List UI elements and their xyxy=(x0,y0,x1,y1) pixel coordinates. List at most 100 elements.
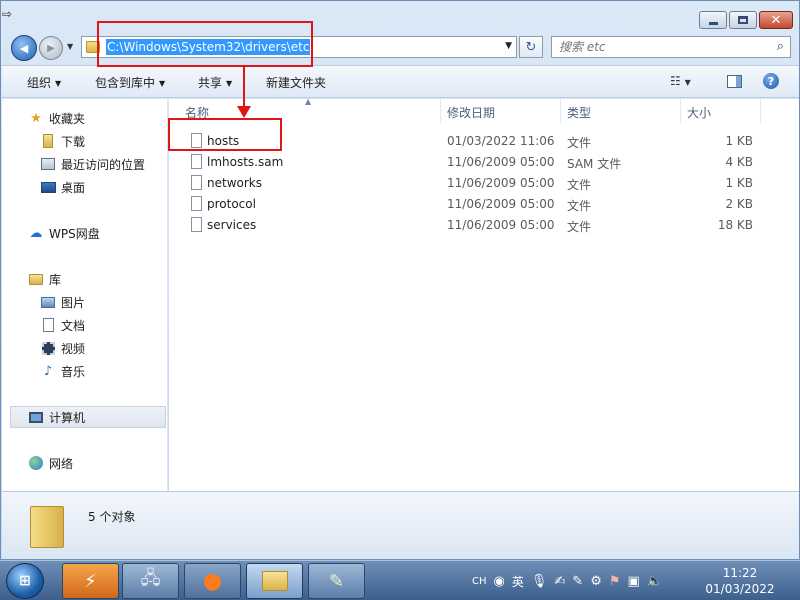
download-icon xyxy=(40,134,56,148)
refresh-button[interactable]: ↻ xyxy=(519,36,543,58)
file-type: SAM 文件 xyxy=(567,157,622,171)
clock-date: 01/03/2022 xyxy=(705,582,775,596)
microphone-icon[interactable]: 🎙 xyxy=(531,574,548,589)
forward-button[interactable]: ▶ xyxy=(39,36,63,60)
sidebar-item-label: 下载 xyxy=(61,134,86,149)
refresh-icon: ↻ xyxy=(525,39,537,55)
ime-mode-indicator[interactable]: 英 xyxy=(512,573,524,590)
annotation-arrow-head xyxy=(237,106,251,118)
file-icon xyxy=(191,217,202,232)
firefox-icon: ● xyxy=(202,568,223,594)
settings-icon[interactable]: ⚙ xyxy=(590,574,602,589)
music-note-icon: ♪ xyxy=(43,363,53,379)
command-bar: 组织 ▼ 包含到库中 ▼ 共享 ▼ 新建文件夹 ☷ ▼ ? xyxy=(2,65,799,98)
title-arrow-icon: ⇨ xyxy=(2,7,13,21)
navigation-pane: ★ 收藏夹 下载 最近访问的位置 桌面 ☁ WPS网盘 库 图片 文档 视频 ♪ 音乐… xyxy=(2,99,168,491)
column-header-type[interactable]: 类型 xyxy=(561,99,681,123)
organize-menu[interactable]: 组织 ▼ xyxy=(27,74,61,91)
close-button[interactable]: ✕ xyxy=(759,11,793,29)
clock[interactable]: 11:22 01/03/2022 xyxy=(700,565,780,597)
file-date: 11/06/2009 05:00 xyxy=(447,176,555,190)
share-label: 共享 xyxy=(198,76,223,90)
maximize-button[interactable] xyxy=(729,11,757,29)
chevron-down-icon: ▼ xyxy=(55,79,62,88)
star-icon: ★ xyxy=(30,110,42,126)
file-date: 11/06/2009 05:00 xyxy=(447,197,555,211)
sidebar-item-network[interactable]: 网络 xyxy=(28,452,166,474)
file-row[interactable]: networks 11/06/2009 05:00 文件 1 KB xyxy=(169,173,799,194)
action-center-icon[interactable]: ⚑ xyxy=(609,574,621,589)
sidebar-item-desktop[interactable]: 桌面 xyxy=(40,176,166,198)
sidebar-item-label: 音乐 xyxy=(61,364,86,379)
folder-icon xyxy=(261,571,288,591)
sidebar-item-label: 桌面 xyxy=(61,180,86,195)
taskbar-app-network-manager[interactable]: 🖧 xyxy=(122,563,179,599)
sidebar-item-favorites[interactable]: ★ 收藏夹 xyxy=(28,107,166,129)
taskbar-app-firefox[interactable]: ● xyxy=(184,563,241,599)
change-view-button[interactable]: ☷ ▼ xyxy=(670,74,691,88)
close-icon: ✕ xyxy=(770,12,782,28)
back-button[interactable]: ◀ xyxy=(11,35,37,61)
taskbar-app-explorer[interactable] xyxy=(246,563,303,599)
computer-icon xyxy=(28,410,44,424)
sidebar-item-downloads[interactable]: 下载 xyxy=(40,130,166,152)
sidebar-item-libraries[interactable]: 库 xyxy=(28,268,166,290)
file-row[interactable]: lmhosts.sam 11/06/2009 05:00 SAM 文件 4 KB xyxy=(169,152,799,173)
sidebar-item-documents[interactable]: 文档 xyxy=(40,314,166,336)
object-count: 5 个对象 xyxy=(88,510,136,524)
network-icon xyxy=(28,456,44,470)
forward-arrow-icon: ▶ xyxy=(47,42,55,54)
file-row[interactable]: services 11/06/2009 05:00 文件 18 KB xyxy=(169,215,799,236)
file-row[interactable]: protocol 11/06/2009 05:00 文件 2 KB xyxy=(169,194,799,215)
recent-pages-dropdown[interactable]: ▼ xyxy=(67,42,73,51)
include-in-library-menu[interactable]: 包含到库中 ▼ xyxy=(95,74,165,91)
window-controls: ✕ xyxy=(699,11,793,29)
sidebar-item-label: 文档 xyxy=(61,318,86,333)
annotation-box-address xyxy=(97,21,313,67)
file-date: 01/03/2022 11:06 xyxy=(447,134,555,148)
windows-logo-icon: ⊞ xyxy=(19,573,31,589)
minimize-button[interactable] xyxy=(699,11,727,29)
sidebar-item-videos[interactable]: 视频 xyxy=(40,337,166,359)
sidebar-item-computer[interactable]: 计算机 xyxy=(10,406,166,428)
system-tray: CH ◉ 英 🎙 ✍ ✎ ⚙ ⚑ ▣ 🔈 xyxy=(472,571,663,591)
taskbar-app-notepad[interactable]: ✎ xyxy=(308,563,365,599)
details-pane: 5 个对象 xyxy=(2,491,799,559)
notepad-icon: ✎ xyxy=(328,570,345,592)
column-header-size[interactable]: 大小 xyxy=(681,99,761,123)
edit-icon[interactable]: ✎ xyxy=(572,574,583,589)
view-list-icon: ☷ xyxy=(670,74,681,88)
document-icon xyxy=(40,318,56,332)
help-button[interactable]: ? xyxy=(763,73,779,89)
chevron-down-icon: ▼ xyxy=(159,79,166,88)
sidebar-item-pictures[interactable]: 图片 xyxy=(40,291,166,313)
back-arrow-icon: ◀ xyxy=(19,41,29,55)
preview-pane-button[interactable] xyxy=(727,75,742,88)
sidebar-item-label: 计算机 xyxy=(49,410,86,425)
search-input[interactable] xyxy=(552,37,762,57)
start-button[interactable]: ⊞ xyxy=(6,563,44,599)
sidebar-item-recent-places[interactable]: 最近访问的位置 xyxy=(40,153,166,175)
sidebar-item-wps-cloud[interactable]: ☁ WPS网盘 xyxy=(28,222,166,244)
taskbar-app-1[interactable]: ⚡ xyxy=(62,563,119,599)
file-type: 文件 xyxy=(567,136,592,150)
ime-icon[interactable]: ◉ xyxy=(494,574,505,589)
column-header-date[interactable]: 修改日期 xyxy=(441,99,561,123)
share-menu[interactable]: 共享 ▼ xyxy=(198,74,232,91)
search-box[interactable]: ⌕ xyxy=(551,36,791,58)
search-icon[interactable]: ⌕ xyxy=(777,39,784,54)
library-icon xyxy=(28,272,44,286)
pictures-icon xyxy=(40,295,56,309)
pen-icon[interactable]: ✍ xyxy=(554,574,565,589)
sidebar-item-music[interactable]: ♪ 音乐 xyxy=(40,360,166,382)
address-dropdown-icon[interactable]: ▼ xyxy=(505,41,512,51)
network-status-icon[interactable]: ▣ xyxy=(628,574,640,589)
file-name: lmhosts.sam xyxy=(207,155,284,169)
ime-lang-indicator[interactable]: CH xyxy=(472,576,487,587)
new-folder-button[interactable]: 新建文件夹 xyxy=(266,74,326,91)
file-name: services xyxy=(207,218,257,232)
chevron-down-icon: ▼ xyxy=(684,78,691,87)
file-list: ▲ 名称 修改日期 类型 大小 hosts 01/03/2022 11:06 文件… xyxy=(169,97,799,491)
folder-icon xyxy=(30,506,64,548)
volume-icon[interactable]: 🔈 xyxy=(647,574,663,589)
